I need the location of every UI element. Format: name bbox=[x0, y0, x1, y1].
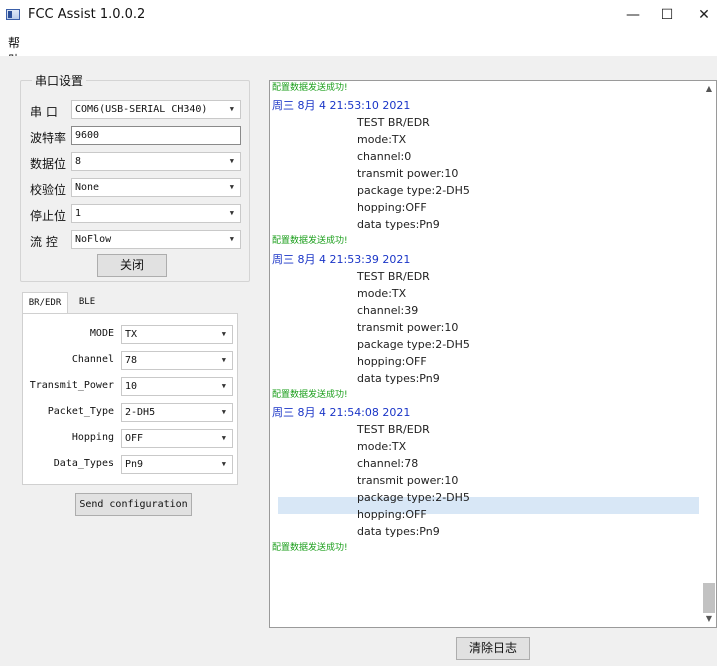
dropdown-arrow-icon: ▼ bbox=[221, 382, 226, 390]
parity-label: 校验位 bbox=[30, 183, 67, 197]
title-bar: FCC Assist 1.0.0.2 — ☐ ✕ bbox=[0, 0, 717, 30]
data-types-value: Pn9 bbox=[125, 459, 144, 470]
log-line: data types:Pn9 bbox=[357, 525, 440, 538]
parity-select[interactable]: None ▼ bbox=[71, 178, 241, 197]
flow-value: NoFlow bbox=[75, 234, 112, 245]
log-line: hopping:OFF bbox=[357, 508, 427, 521]
log-line: 周三 8月 4 21:53:39 2021 bbox=[272, 253, 411, 266]
mode-label: MODE bbox=[89, 328, 114, 339]
parity-value: None bbox=[75, 182, 100, 193]
log-line: channel:0 bbox=[357, 150, 412, 163]
log-line: hopping:OFF bbox=[357, 355, 427, 368]
log-line: mode:TX bbox=[357, 440, 407, 453]
packet-label: Packet_Type bbox=[47, 406, 114, 417]
flow-label: 流 控 bbox=[30, 235, 58, 249]
power-select[interactable]: 10 ▼ bbox=[121, 377, 233, 396]
data-types-label: Data_Types bbox=[53, 458, 114, 469]
scrollbar-thumb[interactable] bbox=[703, 583, 715, 613]
log-line: mode:TX bbox=[357, 133, 407, 146]
data-bits-select[interactable]: 8 ▼ bbox=[71, 152, 241, 171]
log-line: hopping:OFF bbox=[357, 201, 427, 214]
log-line: 配置数据发送成功! bbox=[272, 543, 348, 553]
log-line: transmit power:10 bbox=[357, 474, 459, 487]
minimize-button[interactable]: — bbox=[620, 4, 646, 26]
selected-line-highlight bbox=[278, 497, 699, 514]
baud-input[interactable]: 9600 bbox=[71, 126, 241, 145]
dropdown-arrow-icon: ▼ bbox=[221, 434, 226, 442]
log-line: data types:Pn9 bbox=[357, 372, 440, 385]
stop-bits-label: 停止位 bbox=[30, 209, 67, 223]
log-line: data types:Pn9 bbox=[357, 218, 440, 231]
chevron-up-icon[interactable]: ▲ bbox=[702, 82, 716, 96]
baud-label: 波特率 bbox=[30, 131, 67, 145]
power-label: Transmit_Power bbox=[29, 380, 114, 391]
log-line: 周三 8月 4 21:54:08 2021 bbox=[272, 406, 411, 419]
stop-bits-value: 1 bbox=[75, 208, 82, 219]
data-bits-value: 8 bbox=[75, 156, 82, 167]
packet-select[interactable]: 2-DH5 ▼ bbox=[121, 403, 233, 422]
hopping-value: OFF bbox=[125, 433, 144, 444]
close-port-button[interactable]: 关闭 bbox=[97, 254, 167, 277]
hopping-label: Hopping bbox=[71, 432, 114, 443]
log-line: 配置数据发送成功! bbox=[272, 83, 348, 93]
maximize-button[interactable]: ☐ bbox=[654, 4, 680, 26]
mode-select[interactable]: TX ▼ bbox=[121, 325, 233, 344]
flow-select[interactable]: NoFlow ▼ bbox=[71, 230, 241, 249]
log-line: 配置数据发送成功! bbox=[272, 390, 348, 400]
dropdown-arrow-icon: ▼ bbox=[229, 157, 234, 165]
log-line: package type:2-DH5 bbox=[357, 184, 470, 197]
log-line: 配置数据发送成功! bbox=[272, 236, 348, 246]
app-window-icon bbox=[6, 9, 20, 20]
stop-bits-select[interactable]: 1 ▼ bbox=[71, 204, 241, 223]
log-line: mode:TX bbox=[357, 287, 407, 300]
tab-br-edr[interactable]: BR/EDR bbox=[22, 292, 68, 315]
log-line: TEST BR/EDR bbox=[357, 116, 430, 129]
log-line: transmit power:10 bbox=[357, 167, 459, 180]
power-value: 10 bbox=[125, 381, 138, 392]
log-line: channel:39 bbox=[357, 304, 419, 317]
log-line: TEST BR/EDR bbox=[357, 270, 430, 283]
data-bits-label: 数据位 bbox=[30, 157, 67, 171]
port-value: COM6(USB-SERIAL CH340) bbox=[75, 104, 208, 115]
packet-value: 2-DH5 bbox=[125, 407, 156, 418]
chevron-down-icon[interactable]: ▼ bbox=[702, 612, 716, 626]
dropdown-arrow-icon: ▼ bbox=[229, 105, 234, 113]
log-line: transmit power:10 bbox=[357, 321, 459, 334]
channel-select[interactable]: 78 ▼ bbox=[121, 351, 233, 370]
hopping-select[interactable]: OFF ▼ bbox=[121, 429, 233, 448]
mode-value: TX bbox=[125, 329, 138, 340]
log-line: TEST BR/EDR bbox=[357, 423, 430, 436]
dropdown-arrow-icon: ▼ bbox=[221, 408, 226, 416]
data-types-select[interactable]: Pn9 ▼ bbox=[121, 455, 233, 474]
dropdown-arrow-icon: ▼ bbox=[221, 330, 226, 338]
clear-log-button[interactable]: 清除日志 bbox=[456, 637, 530, 660]
window-title: FCC Assist 1.0.0.2 bbox=[28, 7, 146, 22]
channel-value: 78 bbox=[125, 355, 138, 366]
log-line: package type:2-DH5 bbox=[357, 491, 470, 504]
dropdown-arrow-icon: ▼ bbox=[229, 209, 234, 217]
port-label: 串 口 bbox=[30, 105, 58, 119]
dropdown-arrow-icon: ▼ bbox=[221, 460, 226, 468]
close-window-button[interactable]: ✕ bbox=[691, 4, 717, 26]
dropdown-arrow-icon: ▼ bbox=[229, 235, 234, 243]
tab-ble[interactable]: BLE bbox=[70, 292, 104, 313]
dropdown-arrow-icon: ▼ bbox=[229, 183, 234, 191]
log-line: 周三 8月 4 21:53:10 2021 bbox=[272, 99, 411, 112]
dropdown-arrow-icon: ▼ bbox=[221, 356, 226, 364]
log-line: channel:78 bbox=[357, 457, 419, 470]
log-line: package type:2-DH5 bbox=[357, 338, 470, 351]
send-configuration-button[interactable]: Send configuration bbox=[75, 493, 192, 516]
serial-settings-title: 串口设置 bbox=[32, 72, 87, 89]
port-select[interactable]: COM6(USB-SERIAL CH340) ▼ bbox=[71, 100, 241, 119]
channel-label: Channel bbox=[71, 354, 114, 365]
